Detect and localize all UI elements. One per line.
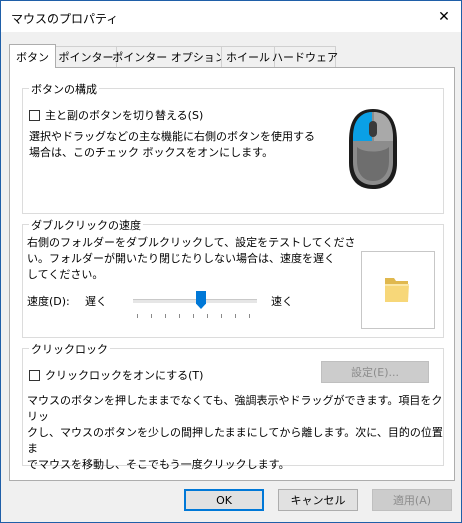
click-lock-settings-button[interactable]: 設定(E)... xyxy=(321,361,429,383)
slider-tick xyxy=(193,314,194,318)
swap-buttons-checkbox[interactable] xyxy=(29,109,40,121)
double-click-desc-line1: 右側のフォルダーをダブルクリックして、設定をテストしてくださ xyxy=(27,236,356,249)
button-config-desc-line1: 選択やドラッグなどの主な機能に右側のボタンを使用する xyxy=(29,130,315,143)
tab-hardware[interactable]: ハードウェア xyxy=(272,46,338,67)
tab-pointer-options[interactable]: ポインター オプション xyxy=(112,46,226,67)
tab-buttons[interactable]: ボタン xyxy=(9,44,56,68)
fast-label: 速く xyxy=(271,295,293,308)
double-click-desc-line3: してください。 xyxy=(27,268,104,281)
slow-label: 遅く xyxy=(85,295,107,308)
click-lock-label[interactable]: クリックロックをオンにする(T) xyxy=(45,367,203,383)
slider-thumb[interactable] xyxy=(196,291,206,309)
click-lock-desc-line3: でマウスを移動し、そこでもう一度クリックします。 xyxy=(27,458,290,471)
close-button[interactable]: ✕ xyxy=(427,1,461,32)
slider-tick xyxy=(179,314,180,318)
click-lock-desc-line1: マウスのボタンを押したままでなくても、強調表示やドラッグができます。項目をクリッ xyxy=(27,394,443,423)
double-click-title: ダブルクリックの速度 xyxy=(29,217,143,233)
slider-track[interactable] xyxy=(133,299,257,303)
swap-buttons-label[interactable]: 主と副のボタンを切り替える(S) xyxy=(45,107,203,123)
apply-button[interactable]: 適用(A) xyxy=(372,489,452,511)
button-config-group: ボタンの構成 主と副のボタンを切り替える(S) 選択やドラッグなどの主な機能に右… xyxy=(22,81,444,214)
mouse-properties-window: マウスのプロパティ ✕ ボタン ポインター ポインター オプション ホイール ハ… xyxy=(0,0,462,523)
click-lock-description: マウスのボタンを押したままでなくても、強調表示やドラッグができます。項目をクリッ… xyxy=(27,393,443,473)
slider-tick xyxy=(207,314,208,318)
double-click-group: ダブルクリックの速度 右側のフォルダーをダブルクリックして、設定をテストしてくだ… xyxy=(22,217,444,338)
ok-button[interactable]: OK xyxy=(184,489,264,511)
window-title: マウスのプロパティ xyxy=(11,12,119,26)
title-bar[interactable]: マウスのプロパティ ✕ xyxy=(1,1,461,32)
slider-tick xyxy=(165,314,166,318)
button-config-description: 選択やドラッグなどの主な機能に右側のボタンを使用する 場合は、このチェック ボッ… xyxy=(29,129,315,161)
click-lock-checkbox[interactable] xyxy=(29,369,40,381)
double-click-desc-line2: い。フォルダーが開いたり閉じたりしない場合は、速度を遅く xyxy=(27,252,335,265)
slider-tick xyxy=(137,314,138,318)
tab-wheel[interactable]: ホイール xyxy=(221,46,275,67)
click-lock-row[interactable]: クリックロックをオンにする(T) xyxy=(29,367,203,383)
test-folder-area[interactable] xyxy=(361,251,435,329)
click-lock-desc-line2: クし、マウスのボタンを少しの間押したままにしてから離します。次に、目的の位置ま xyxy=(27,426,443,455)
mouse-left-button-highlighted-icon xyxy=(349,109,397,189)
click-lock-title: クリックロック xyxy=(29,341,110,357)
button-config-desc-line2: 場合は、このチェック ボックスをオンにします。 xyxy=(29,146,274,159)
cancel-button[interactable]: キャンセル xyxy=(278,489,358,511)
slider-tick xyxy=(151,314,152,318)
folder-icon[interactable] xyxy=(382,274,412,306)
double-click-description: 右側のフォルダーをダブルクリックして、設定をテストしてくださ い。フォルダーが開… xyxy=(27,235,355,283)
slider-tick xyxy=(235,314,236,318)
tab-pointers[interactable]: ポインター xyxy=(55,46,117,67)
tab-panel-buttons: ボタンの構成 主と副のボタンを切り替える(S) 選択やドラッグなどの主な機能に右… xyxy=(9,67,455,481)
slider-tick xyxy=(221,314,222,318)
swap-buttons-row[interactable]: 主と副のボタンを切り替える(S) xyxy=(29,107,203,123)
slider-tick xyxy=(249,314,250,318)
close-icon: ✕ xyxy=(438,8,450,25)
speed-label: 速度(D): xyxy=(27,295,70,308)
speed-slider[interactable] xyxy=(133,289,257,323)
click-lock-group: クリックロック クリックロックをオンにする(T) 設定(E)... マウスのボタ… xyxy=(22,341,444,471)
button-config-title: ボタンの構成 xyxy=(29,81,99,97)
